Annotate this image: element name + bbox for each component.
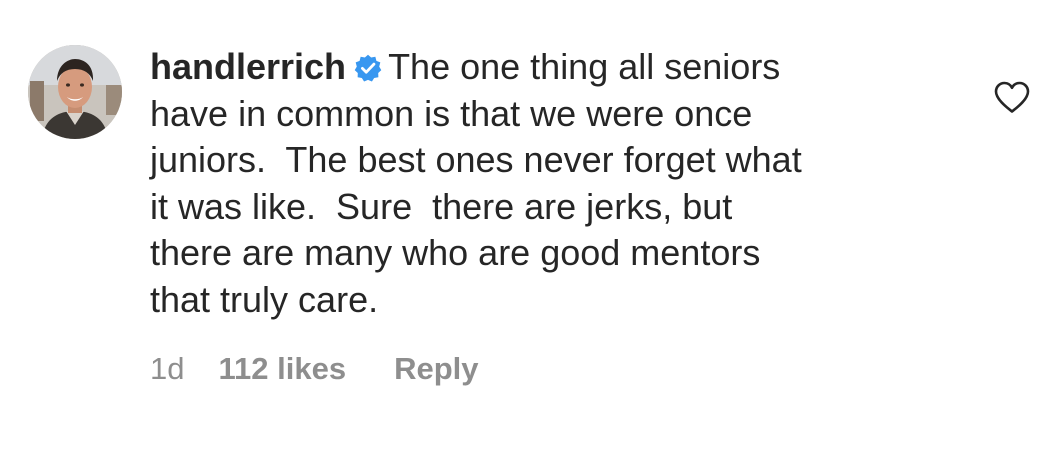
avatar[interactable] <box>28 45 122 139</box>
comment-meta: 1d 112 likes Reply <box>150 349 478 389</box>
verified-badge-icon <box>354 54 382 82</box>
comment: handlerrich The one thing all seniors hav… <box>0 0 1051 457</box>
avatar-image <box>28 45 122 139</box>
heart-outline-icon[interactable] <box>993 80 1031 114</box>
comment-text-line: have in common is that we were once <box>150 92 753 134</box>
reply-button[interactable]: Reply <box>394 349 478 389</box>
comment-line: handlerrich The one thing all seniors <box>150 44 950 91</box>
comment-text-first-line: The one thing all seniors <box>388 46 781 87</box>
comment-text-line: that truly care. <box>150 278 379 320</box>
comment-text-line: there are many who are good mentors <box>150 232 761 274</box>
comment-text-line: it was like. Sure there are jerks, but <box>150 185 733 227</box>
likes-count-link[interactable]: 112 likes <box>218 349 346 389</box>
comment-text-line: juniors. The best ones never forget what <box>150 139 802 181</box>
comment-body: handlerrich The one thing all seniors hav… <box>150 44 950 324</box>
username-link[interactable]: handlerrich <box>150 46 346 87</box>
comment-timestamp: 1d <box>150 351 185 386</box>
